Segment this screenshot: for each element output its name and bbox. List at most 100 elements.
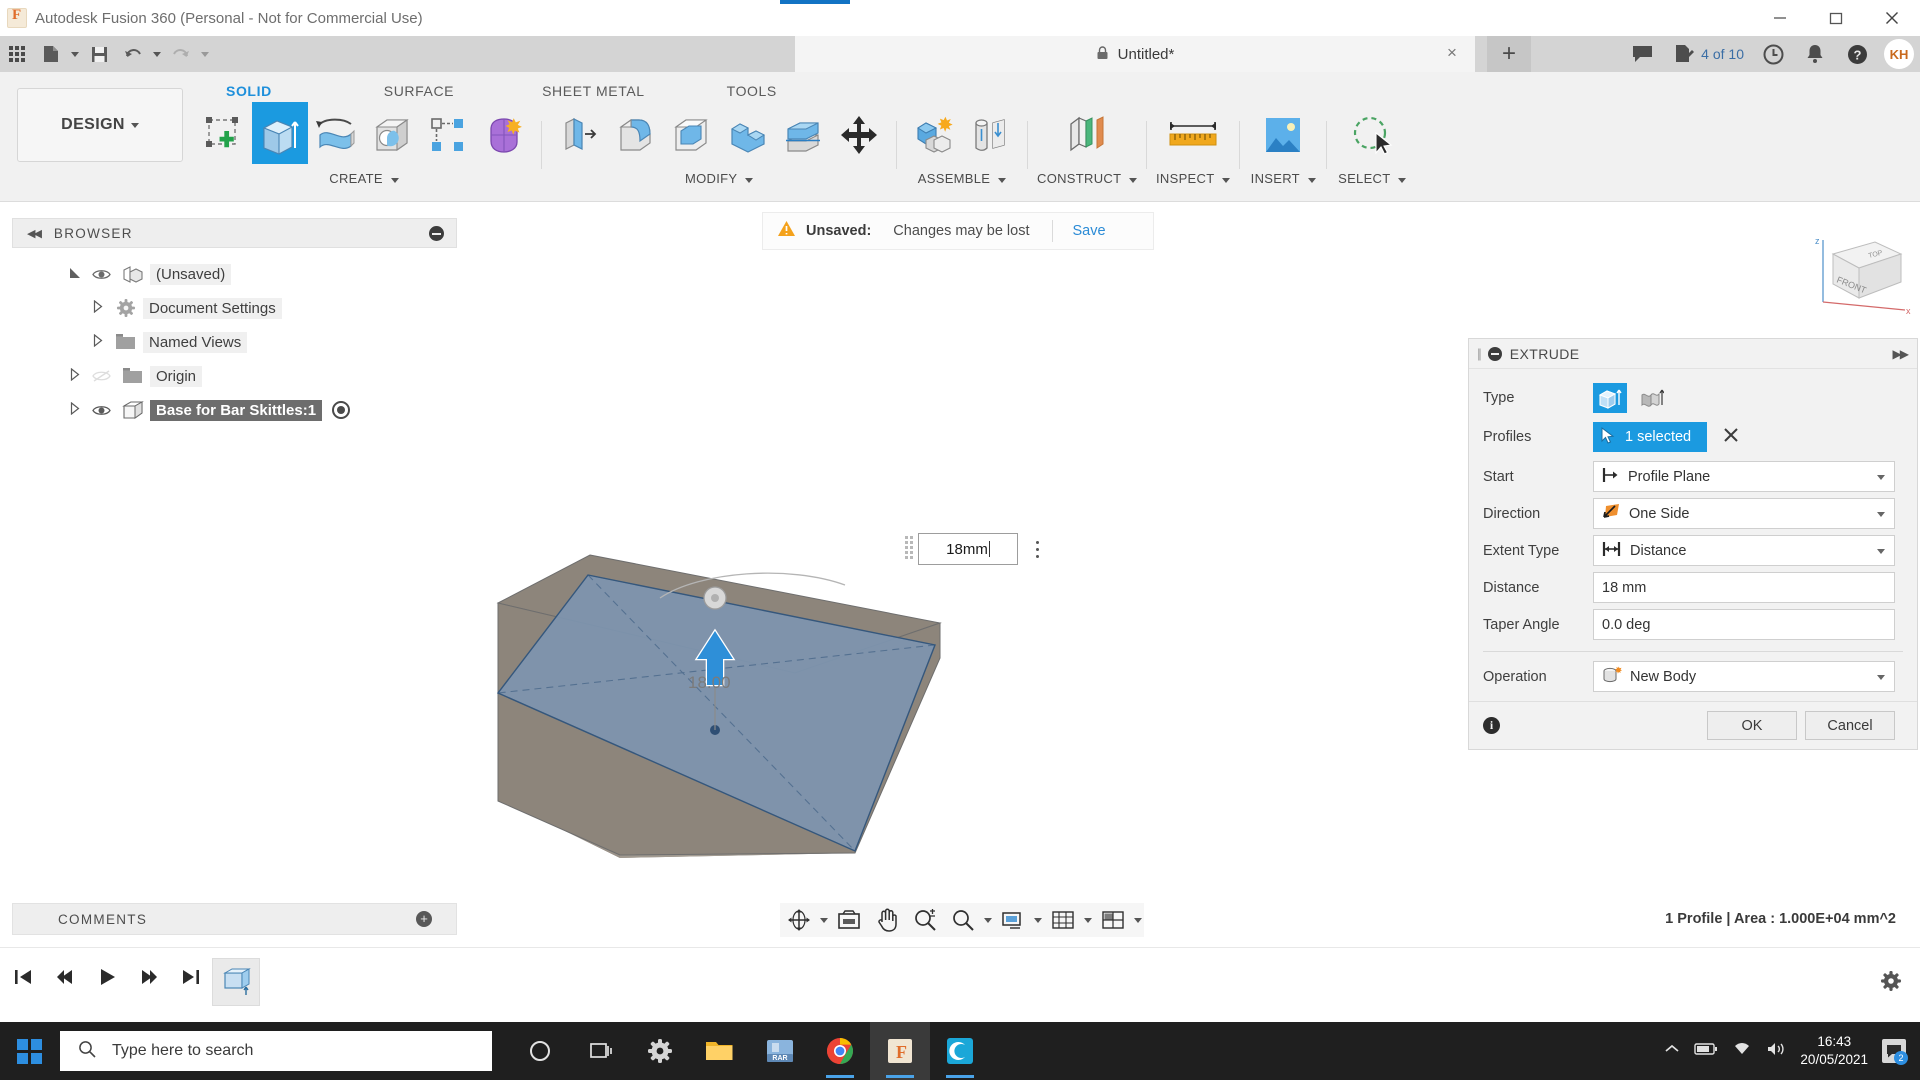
minimize-icon[interactable] (1752, 0, 1808, 36)
ribbon-group-label-construct[interactable]: CONSTRUCT (1037, 171, 1137, 186)
list-item[interactable]: Base for Bar Skittles:1 (12, 393, 457, 427)
orbit-icon[interactable] (780, 904, 818, 936)
grid-apps-icon[interactable] (0, 38, 34, 70)
action-center-icon[interactable]: 2 (1882, 1039, 1906, 1063)
minimize-circle-icon[interactable] (429, 226, 444, 241)
clear-x-icon[interactable] (1723, 427, 1739, 448)
display-settings-icon[interactable] (994, 904, 1032, 936)
visibility-eye-off-icon[interactable] (86, 369, 116, 383)
profiles-selection-button[interactable]: 1 selected (1593, 422, 1707, 452)
gear-icon[interactable] (1880, 970, 1902, 997)
move-copy-button[interactable] (831, 106, 887, 164)
play-icon[interactable] (92, 962, 122, 992)
drag-grip-icon[interactable]: || (1477, 346, 1480, 361)
expand-arrow-icon[interactable] (64, 368, 86, 384)
collapse-left-icon[interactable]: ◀◀ (27, 227, 40, 240)
bell-icon[interactable] (1794, 36, 1836, 72)
surface-extrude-type-button[interactable] (1635, 383, 1669, 413)
minimize-circle-icon[interactable] (1488, 347, 1502, 361)
workspace-switcher[interactable]: DESIGN (17, 88, 183, 162)
tab-tools[interactable]: TOOLS (717, 80, 787, 102)
distance-input[interactable]: 18 mm (1593, 572, 1895, 603)
close-icon[interactable] (1864, 0, 1920, 36)
zoom-magnifier-icon[interactable] (906, 904, 944, 936)
ribbon-group-label-assemble[interactable]: ASSEMBLE (918, 171, 1006, 186)
taskbar-explorer[interactable] (690, 1022, 750, 1080)
new-file-caret-icon[interactable] (68, 38, 82, 70)
chevron-down-icon[interactable] (1032, 918, 1044, 923)
revolve-button[interactable] (308, 106, 364, 164)
pattern-button[interactable] (420, 106, 476, 164)
list-item[interactable]: Named Views (12, 325, 457, 359)
task-view-icon[interactable] (570, 1022, 630, 1080)
taskbar-cura[interactable] (930, 1022, 990, 1080)
new-component-button[interactable] (906, 106, 962, 164)
clock-icon[interactable] (1752, 36, 1794, 72)
timeline-feature-item[interactable] (212, 958, 260, 1006)
taskbar-fusion[interactable]: F (870, 1022, 930, 1080)
volume-icon[interactable] (1766, 1041, 1786, 1062)
solid-extrude-type-button[interactable] (1593, 383, 1627, 413)
show-hidden-icons-icon[interactable] (1664, 1042, 1680, 1060)
list-item[interactable]: (Unsaved) (12, 257, 457, 291)
windows-start-icon[interactable] (0, 1022, 58, 1080)
ok-button[interactable]: OK (1707, 711, 1797, 740)
expand-arrow-icon[interactable] (64, 267, 86, 282)
pan-hand-icon[interactable] (868, 904, 906, 936)
viewports-icon[interactable] (1094, 904, 1132, 936)
list-item[interactable]: Origin (12, 359, 457, 393)
info-icon[interactable]: i (1483, 717, 1500, 734)
plus-icon[interactable]: + (1487, 36, 1531, 72)
ribbon-group-label-modify[interactable]: MODIFY (685, 171, 753, 186)
maximize-icon[interactable] (1808, 0, 1864, 36)
drag-grip-icon[interactable] (905, 536, 913, 562)
browser-header[interactable]: ◀◀ BROWSER (12, 218, 457, 248)
add-comment-icon[interactable]: + (416, 911, 432, 927)
wifi-icon[interactable] (1732, 1041, 1752, 1062)
expand-right-icon[interactable]: ▶▶ (1893, 347, 1907, 361)
cancel-button[interactable]: Cancel (1805, 711, 1895, 740)
undo-caret-icon[interactable] (150, 38, 164, 70)
select-button[interactable] (1336, 106, 1408, 164)
redo-icon[interactable] (164, 38, 198, 70)
create-sketch-button[interactable] (196, 106, 252, 164)
visibility-eye-icon[interactable] (86, 404, 116, 417)
undo-icon[interactable] (116, 38, 150, 70)
expand-arrow-icon[interactable] (87, 334, 109, 350)
taper-angle-input[interactable]: 0.0 deg (1593, 609, 1895, 640)
fit-icon[interactable] (944, 904, 982, 936)
redo-caret-icon[interactable] (198, 38, 212, 70)
comments-panel[interactable]: COMMENTS + (12, 903, 457, 935)
step-forward-icon[interactable] (134, 962, 164, 992)
ribbon-group-label-create[interactable]: CREATE (329, 171, 399, 186)
taskbar-chrome[interactable] (810, 1022, 870, 1080)
chevron-down-icon[interactable] (1132, 918, 1144, 923)
expand-arrow-icon[interactable] (87, 300, 109, 316)
more-options-icon[interactable] (1034, 536, 1040, 562)
step-back-icon[interactable] (50, 962, 80, 992)
combine-button[interactable] (719, 106, 775, 164)
save-icon[interactable] (82, 38, 116, 70)
viewcube[interactable]: TOP FRONT z x (1805, 232, 1915, 322)
cortana-circle-icon[interactable] (510, 1022, 570, 1080)
hole-button[interactable] (364, 106, 420, 164)
extrude-button[interactable] (252, 106, 308, 164)
ribbon-group-label-insert[interactable]: INSERT (1251, 171, 1316, 186)
direction-select[interactable]: One Side (1593, 498, 1895, 529)
extrude-dialog-header[interactable]: || EXTRUDE ▶▶ (1469, 339, 1917, 369)
comment-icon[interactable] (1621, 36, 1663, 72)
avatar[interactable]: KH (1884, 39, 1914, 69)
close-icon[interactable]: × (1443, 45, 1461, 63)
grid-snaps-icon[interactable] (1044, 904, 1082, 936)
extent-type-select[interactable]: Distance (1593, 535, 1895, 566)
tab-sheet-metal[interactable]: SHEET METAL (532, 80, 655, 102)
start-select[interactable]: Profile Plane (1593, 461, 1895, 492)
new-file-icon[interactable] (34, 38, 68, 70)
fillet-button[interactable] (607, 106, 663, 164)
form-button[interactable] (476, 106, 532, 164)
press-pull-button[interactable] (551, 106, 607, 164)
insert-image-button[interactable] (1249, 106, 1317, 164)
operation-select[interactable]: New Body (1593, 661, 1895, 692)
ribbon-group-label-select[interactable]: SELECT (1338, 171, 1406, 186)
look-at-icon[interactable] (830, 904, 868, 936)
